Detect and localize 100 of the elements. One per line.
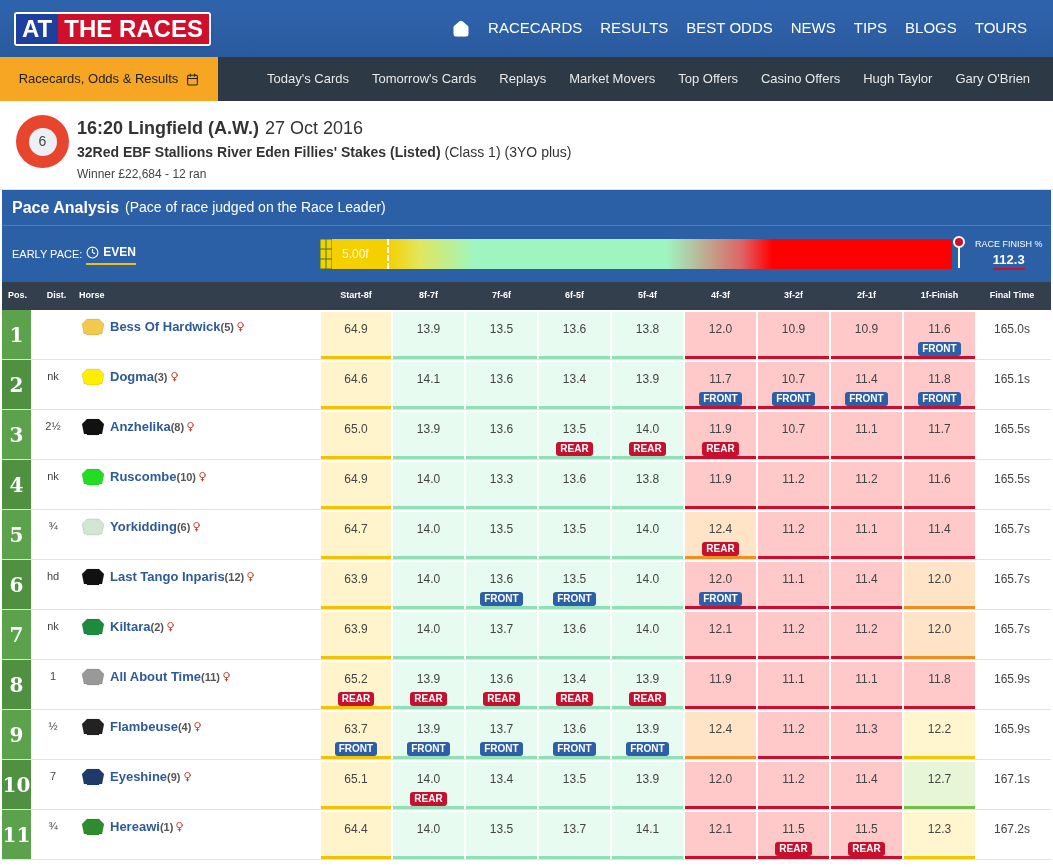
sector-time-cell: 14.0 — [393, 462, 464, 509]
sector-time-cell: 12.4 — [685, 712, 756, 759]
race-class: (Class 1) — [444, 143, 501, 162]
sector-time-cell: 11.2 — [758, 462, 829, 509]
column-header: Start-8f — [339, 289, 373, 303]
horse-name-link[interactable]: Last Tango Inparis — [110, 567, 225, 587]
horse-name-link[interactable]: Ruscombe — [110, 467, 177, 487]
distance-text: ¾ — [48, 519, 58, 534]
race-name: 32Red EBF Stallions River Eden Fillies' Stakes (Listed) — [77, 143, 441, 162]
sector-time-cell: 11.1 — [831, 662, 902, 709]
subnav-link[interactable]: Market Movers — [569, 69, 656, 89]
sector-time-cell: 10.7 FRONT — [758, 362, 829, 409]
position-tag: FRONT — [553, 592, 596, 606]
draw-number: (6) — [176, 519, 191, 533]
sector-time-cell: 63.9 — [321, 612, 391, 659]
subnav-link[interactable]: Top Offers — [678, 69, 738, 89]
race-age: (3YO plus) — [504, 143, 572, 162]
nav-link[interactable]: BLOGS — [905, 17, 957, 40]
sector-time-cell: 11.1 — [758, 662, 829, 709]
sector-time-cell: 14.0 — [393, 562, 464, 609]
position-tag: FRONT — [699, 592, 742, 606]
nav-link[interactable]: TOURS — [974, 17, 1027, 40]
position-cell: 2 — [2, 360, 31, 409]
column-header: 8f-7f — [418, 289, 439, 303]
position-cell: 11 — [2, 810, 31, 859]
nav-link[interactable]: TIPS — [853, 17, 888, 40]
subnav-link[interactable]: Today's Cards — [267, 69, 349, 89]
female-symbol-icon — [245, 571, 257, 583]
sector-time-cell: 13.6 — [539, 612, 610, 659]
sector-time-cell: 14.0 — [393, 512, 464, 559]
subnav-link[interactable]: Replays — [499, 69, 547, 89]
final-time-text: 165.1s — [994, 371, 1030, 388]
column-header: Dist. — [45, 289, 68, 303]
site-logo[interactable]: AT THE RACES — [14, 11, 211, 46]
sector-time-cell: 11.9 — [685, 662, 756, 709]
sector-time-cell: 13.6 — [539, 462, 610, 509]
horse-name-link[interactable]: Flambeuse — [110, 717, 178, 737]
draw-number: (3) — [154, 369, 168, 383]
subnav-link[interactable]: Casino Offers — [761, 69, 841, 89]
sector-time-cell: 11.4 — [831, 562, 902, 609]
distance-text: 7 — [49, 769, 57, 784]
nav-link[interactable]: RESULTS — [600, 17, 669, 40]
subnav-link[interactable]: Hugh Taylor — [863, 69, 933, 89]
draw-number: (12) — [224, 569, 245, 583]
nav-link[interactable]: NEWS — [790, 17, 836, 40]
sector-time-cell: 11.6 FRONT — [904, 312, 975, 359]
sector-time-cell: 12.4 REAR — [685, 512, 756, 559]
final-time-text: 165.7s — [994, 571, 1030, 588]
home-icon[interactable] — [452, 19, 471, 38]
horse-name-link[interactable]: All About Time — [110, 667, 201, 687]
draw-number: (1) — [159, 819, 174, 835]
sector-time-cell: 12.0 — [904, 612, 975, 659]
horse-name-link[interactable]: Anzhelika — [110, 417, 171, 437]
position-cell: 4 — [2, 460, 31, 509]
sector-time-cell: 12.0 — [904, 562, 975, 609]
sector-time-cell: 13.6 — [466, 362, 537, 409]
sector-time-cell: 63.7 FRONT — [321, 712, 391, 759]
column-header: 1f-Finish — [919, 289, 960, 303]
horse-name-link[interactable]: Eyeshine — [110, 767, 168, 787]
race-finish-label: RACE FINISH % — [975, 238, 1043, 252]
sector-time-cell: 11.6 — [904, 462, 975, 509]
position-tag: FRONT — [845, 392, 888, 406]
sector-time-cell: 11.4 — [904, 512, 975, 559]
sector-time-cell: 13.9 — [612, 362, 683, 409]
draw-number: (10) — [176, 469, 197, 485]
horse-name-link[interactable]: Bess Of Hardwick — [110, 317, 221, 337]
female-symbol-icon — [235, 321, 246, 333]
position-tag: REAR — [629, 692, 666, 706]
sector-time-cell: 13.9 REAR — [393, 662, 464, 709]
nav-link[interactable]: BEST ODDS — [686, 17, 773, 40]
horse-name-link[interactable]: Kiltara — [110, 617, 151, 637]
sector-time-cell: 11.2 — [758, 512, 829, 559]
sector-time-cell: 11.9 — [685, 462, 756, 509]
position-cell: 7 — [2, 610, 31, 659]
sector-time-cell: 12.1 — [685, 612, 756, 659]
position-tag: REAR — [337, 692, 375, 706]
sector-time-cell: 13.5 — [539, 512, 610, 559]
subnav-link[interactable]: Gary O'Brien — [955, 69, 1031, 89]
horse-name-link[interactable]: Hereawi — [110, 817, 160, 837]
nav-link[interactable]: RACECARDS — [488, 17, 583, 40]
sector-time-cell: 14.0 REAR — [393, 762, 464, 809]
sector-time-cell: 11.8 — [904, 662, 975, 709]
pace-gradient-bar: 5.00f — [332, 239, 952, 269]
horse-name-link[interactable]: Dogma — [110, 367, 155, 387]
column-header: 2f-1f — [856, 289, 877, 303]
position-tag: FRONT — [772, 392, 815, 406]
horse-name-link[interactable]: Yorkidding — [110, 517, 177, 537]
column-header: Final Time — [988, 289, 1036, 303]
position-tag: REAR — [556, 442, 593, 456]
position-tag: REAR — [629, 442, 666, 456]
subnav-link[interactable]: Tomorrow's Cards — [371, 69, 477, 89]
draw-number: (11) — [201, 669, 220, 685]
racecards-tab[interactable]: Racecards, Odds & Results — [0, 57, 218, 101]
sector-time-cell: 13.9 — [612, 762, 683, 809]
female-symbol-icon — [185, 421, 197, 433]
sector-time-cell: 11.2 — [758, 712, 829, 759]
race-title: 16:20 Lingfield (A.W.) — [77, 117, 259, 140]
sector-time-cell: 64.6 — [321, 362, 391, 409]
finish-post-icon — [953, 236, 965, 268]
sector-time-cell: 13.9 FRONT — [393, 712, 464, 759]
